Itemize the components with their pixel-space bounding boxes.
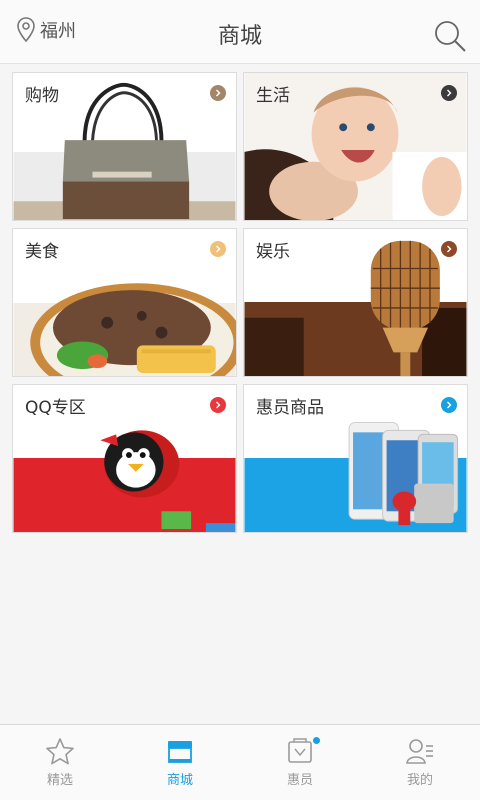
category-label: 生活	[256, 86, 290, 106]
chevron-right-icon	[441, 85, 457, 101]
member-card-icon	[288, 738, 312, 763]
tab-label: 我的	[406, 773, 433, 788]
tab-label: 惠员	[286, 773, 313, 788]
star-icon	[46, 738, 74, 765]
category-card-qq[interactable]: QQ专区	[12, 384, 237, 533]
category-card-member-goods[interactable]: 惠员商品	[243, 384, 468, 533]
category-card-life[interactable]: 生活	[243, 72, 468, 221]
category-card-entertainment[interactable]: 娱乐	[243, 228, 468, 377]
category-label: QQ专区	[25, 398, 86, 418]
category-label: 惠员商品	[256, 398, 324, 418]
search-icon[interactable]	[432, 18, 468, 54]
category-card-shopping[interactable]: 购物	[12, 72, 237, 221]
chevron-right-icon	[210, 241, 226, 257]
notification-dot	[313, 737, 320, 744]
bottom-tab-bar: 精选 商城 惠员 我的	[0, 724, 480, 800]
category-label: 娱乐	[256, 242, 290, 262]
category-label: 购物	[25, 86, 59, 106]
chevron-right-icon	[210, 85, 226, 101]
profile-icon	[406, 739, 433, 764]
category-label: 美食	[25, 242, 59, 262]
tab-label: 商城	[166, 773, 193, 788]
shop-icon	[168, 741, 192, 763]
tab-member[interactable]: 惠员	[240, 725, 360, 800]
category-card-food[interactable]: 美食	[12, 228, 237, 377]
chevron-right-icon	[441, 397, 457, 413]
chevron-right-icon	[210, 397, 226, 413]
tab-mall[interactable]: 商城	[120, 725, 240, 800]
tab-featured[interactable]: 精选	[0, 725, 120, 800]
chevron-right-icon	[441, 241, 457, 257]
top-bar: 福州 商城	[0, 0, 480, 64]
tab-mine[interactable]: 我的	[360, 725, 480, 800]
page-title: 商城	[217, 24, 262, 49]
tab-label: 精选	[46, 773, 73, 788]
